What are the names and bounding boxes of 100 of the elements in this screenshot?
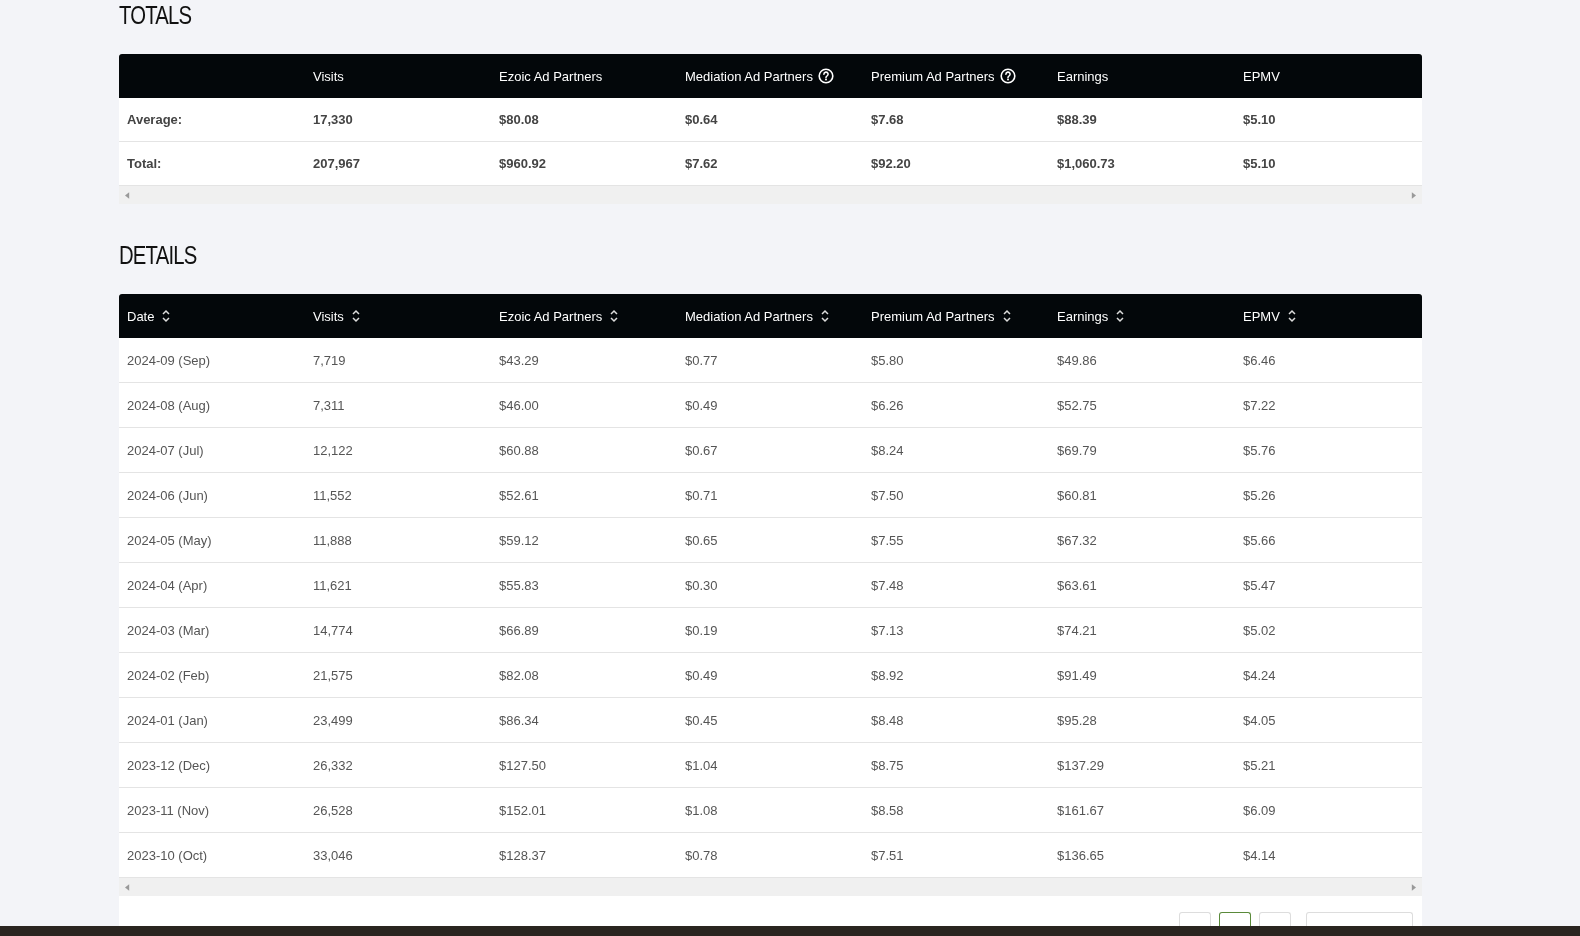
table-cell: $0.67 xyxy=(685,442,718,458)
scroll-right-icon[interactable] xyxy=(1411,191,1416,199)
horizontal-scrollbar[interactable] xyxy=(119,186,1422,204)
table-cell: $60.88 xyxy=(499,442,539,458)
table-cell: $5.66 xyxy=(1243,532,1276,548)
table-cell: $55.83 xyxy=(499,577,539,593)
scroll-left-icon[interactable] xyxy=(125,191,130,199)
table-cell: $86.34 xyxy=(499,712,539,728)
column-header: Premium Ad Partners xyxy=(871,68,995,84)
table-cell: $74.21 xyxy=(1057,622,1097,638)
column-header: Visits xyxy=(313,68,344,84)
table-cell: $8.58 xyxy=(871,802,904,818)
table-cell: Total: xyxy=(127,156,162,171)
table-cell: $66.89 xyxy=(499,622,539,638)
sort-icon[interactable] xyxy=(610,309,619,323)
table-cell: $8.48 xyxy=(871,712,904,728)
table-cell: 26,528 xyxy=(313,802,353,818)
sort-icon[interactable] xyxy=(1287,309,1296,323)
table-cell: 26,332 xyxy=(313,757,353,773)
table-cell: 2024-05 (May) xyxy=(127,532,212,548)
table-cell: $80.08 xyxy=(499,112,539,127)
page-button[interactable] xyxy=(1218,912,1251,926)
table-cell: 2024-08 (Aug) xyxy=(127,397,211,413)
table-cell: $49.86 xyxy=(1057,352,1097,368)
column-header: EPMV xyxy=(1243,68,1280,84)
table-cell: $52.61 xyxy=(499,487,539,503)
table-cell: $152.01 xyxy=(499,802,546,818)
table-cell: $0.65 xyxy=(685,532,718,548)
table-cell: 2023-12 (Dec) xyxy=(127,757,211,773)
table-cell: $82.08 xyxy=(499,667,539,683)
table-cell: $128.37 xyxy=(499,847,546,863)
table-cell: 2023-11 (Nov) xyxy=(127,802,210,818)
table-cell: $8.75 xyxy=(871,757,904,773)
table-cell: $5.21 xyxy=(1243,757,1276,773)
table-cell: 11,888 xyxy=(313,532,352,548)
table-cell: 11,621 xyxy=(313,577,352,593)
table-cell: $5.10 xyxy=(1243,112,1276,127)
table-cell: $137.29 xyxy=(1057,757,1104,773)
table-cell: $46.00 xyxy=(499,397,539,413)
table-cell: $5.80 xyxy=(871,352,904,368)
table-cell: $88.39 xyxy=(1057,112,1097,127)
table-cell: $1.08 xyxy=(685,802,718,818)
table-cell: $161.67 xyxy=(1057,802,1104,818)
table-cell: $127.50 xyxy=(499,757,546,773)
table-cell: $0.77 xyxy=(685,352,718,368)
column-header: Mediation Ad Partners xyxy=(685,68,813,84)
column-header[interactable]: EPMV xyxy=(1243,308,1280,324)
table-cell: $69.79 xyxy=(1057,442,1097,458)
sort-icon[interactable] xyxy=(820,309,829,323)
table-cell: 207,967 xyxy=(313,156,360,171)
table-cell: 2024-06 (Jun) xyxy=(127,487,208,503)
horizontal-scrollbar[interactable] xyxy=(119,878,1422,896)
table-cell: $7.55 xyxy=(871,532,904,548)
table-cell: 11,552 xyxy=(313,487,352,503)
table-cell: $5.76 xyxy=(1243,442,1276,458)
table-cell: 17,330 xyxy=(313,112,353,127)
table-cell: $5.47 xyxy=(1243,577,1276,593)
sort-icon[interactable] xyxy=(1116,309,1125,323)
table-cell: $91.49 xyxy=(1057,667,1097,683)
column-header[interactable]: Mediation Ad Partners xyxy=(685,308,813,324)
column-header[interactable]: Earnings xyxy=(1057,308,1109,324)
table-cell: 2024-03 (Mar) xyxy=(127,622,210,638)
table-cell: $1,060.73 xyxy=(1057,156,1115,171)
column-header[interactable]: Visits xyxy=(313,308,344,324)
column-header[interactable]: Premium Ad Partners xyxy=(871,308,995,324)
table-cell: $7.13 xyxy=(871,622,904,638)
table-cell: $0.30 xyxy=(685,577,718,593)
column-header[interactable]: Ezoic Ad Partners xyxy=(499,308,603,324)
table-cell: $63.61 xyxy=(1057,577,1097,593)
scroll-left-icon[interactable] xyxy=(125,883,130,891)
table-cell: 7,719 xyxy=(313,352,346,368)
table-cell: $52.75 xyxy=(1057,397,1097,413)
table-cell: 2024-07 (Jul) xyxy=(127,442,204,458)
table-cell: $8.24 xyxy=(871,442,904,458)
table-cell: $7.50 xyxy=(871,487,904,503)
table-cell: $8.92 xyxy=(871,667,904,683)
table-cell: Average: xyxy=(127,112,183,127)
sort-icon[interactable] xyxy=(1002,309,1011,323)
table-cell: $60.81 xyxy=(1057,487,1097,503)
section-heading: TOTALS xyxy=(119,0,192,30)
sort-icon[interactable] xyxy=(162,309,171,323)
help-icon[interactable] xyxy=(999,68,1016,84)
table-cell: $0.64 xyxy=(685,112,718,127)
table-cell: $43.29 xyxy=(499,352,539,368)
table-cell: $7.22 xyxy=(1243,397,1276,413)
table-cell: $5.02 xyxy=(1243,622,1276,638)
table-cell: $4.14 xyxy=(1243,847,1276,863)
table-cell: $5.10 xyxy=(1243,156,1276,171)
table-cell: $4.05 xyxy=(1243,712,1276,728)
column-header[interactable]: Date xyxy=(127,308,155,324)
scroll-right-icon[interactable] xyxy=(1411,883,1416,891)
help-icon[interactable] xyxy=(817,68,834,84)
column-header: Earnings xyxy=(1057,68,1109,84)
table-cell: $7.68 xyxy=(871,112,904,127)
table-cell: 7,311 xyxy=(313,397,345,413)
section-heading: DETAILS xyxy=(119,240,197,270)
table-cell: $6.26 xyxy=(871,397,904,413)
sort-icon[interactable] xyxy=(351,309,360,323)
table-cell: $92.20 xyxy=(871,156,911,171)
table-cell: $4.24 xyxy=(1243,667,1276,683)
